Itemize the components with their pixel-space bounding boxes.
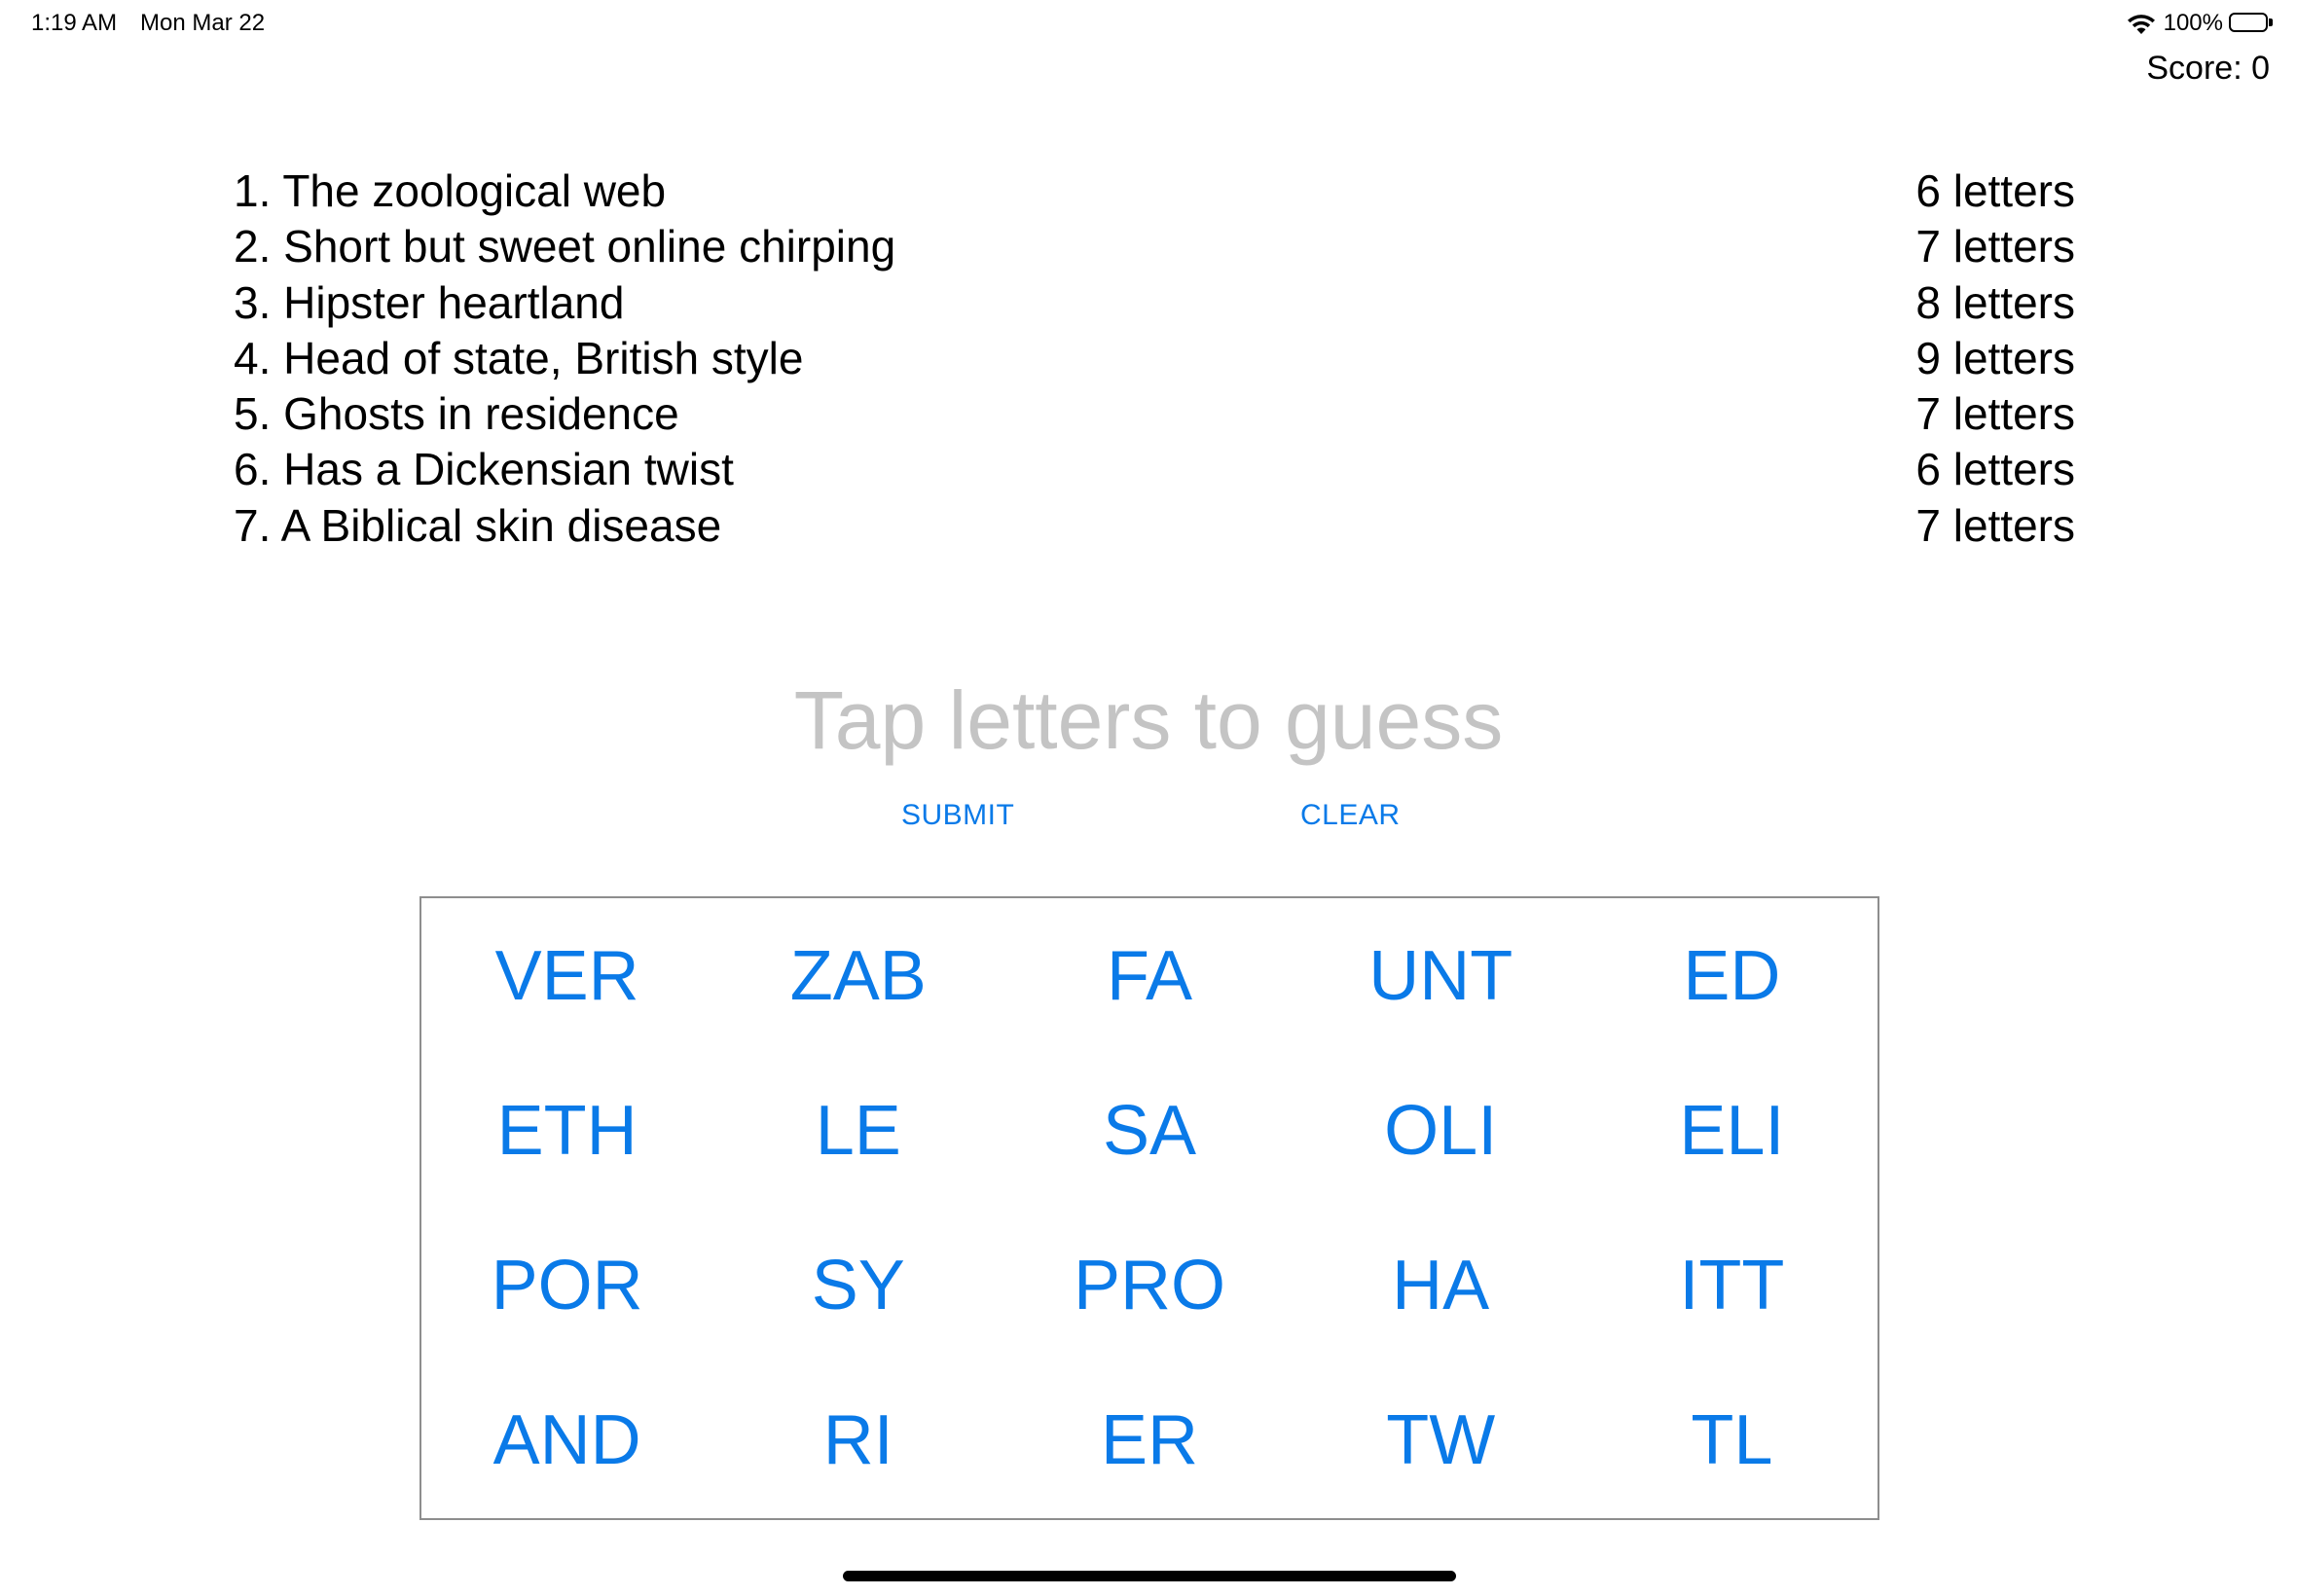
letter-tile[interactable]: ITT <box>1586 1209 1878 1363</box>
letter-tile[interactable]: ER <box>1003 1363 1294 1518</box>
letter-tile[interactable]: VER <box>421 898 712 1053</box>
clue-length: 9 letters <box>1915 332 2075 383</box>
battery-icon <box>2229 13 2274 34</box>
wifi-icon <box>2127 15 2155 34</box>
letter-tile[interactable]: TW <box>1295 1363 1586 1518</box>
status-date: Mon Mar 22 <box>140 10 266 36</box>
letter-tile[interactable]: UNT <box>1295 898 1586 1053</box>
clear-button[interactable]: CLEAR <box>1300 796 1401 835</box>
clue-text: 4. Head of state, British style <box>234 332 804 383</box>
letter-tile[interactable]: POR <box>421 1209 712 1363</box>
clue-row: 5. Ghosts in residence 7 letters <box>234 386 2075 442</box>
clue-text: 1. The zoological web <box>234 165 667 216</box>
letter-tile[interactable]: HA <box>1295 1209 1586 1363</box>
clue-length: 8 letters <box>1915 276 2075 328</box>
home-indicator[interactable] <box>843 1571 1456 1581</box>
letter-tile[interactable]: ZAB <box>712 898 1003 1053</box>
clue-list: 1. The zoological web 6 letters 2. Short… <box>234 163 2075 554</box>
guess-display: Tap letters to guess <box>793 674 1504 766</box>
letter-tile[interactable]: AND <box>421 1363 712 1518</box>
letter-tile[interactable]: PRO <box>1003 1209 1294 1363</box>
clue-text: 7. A Biblical skin disease <box>234 499 722 551</box>
clue-row: 7. A Biblical skin disease 7 letters <box>234 498 2075 554</box>
clue-length: 7 letters <box>1915 499 2075 551</box>
letter-tile[interactable]: ETH <box>421 1053 712 1208</box>
letter-tile[interactable]: SA <box>1003 1053 1294 1208</box>
clue-length: 7 letters <box>1915 221 2075 272</box>
clue-text: 2. Short but sweet online chirping <box>234 221 896 272</box>
battery-percentage: 100% <box>2163 10 2223 36</box>
letter-tile[interactable]: ED <box>1586 898 1878 1053</box>
clue-row: 1. The zoological web 6 letters <box>234 163 2075 219</box>
clue-row: 2. Short but sweet online chirping 7 let… <box>234 219 2075 274</box>
letter-tile[interactable]: OLI <box>1295 1053 1586 1208</box>
clue-text: 3. Hipster heartland <box>234 276 625 328</box>
letter-tile[interactable]: LE <box>712 1053 1003 1208</box>
status-time: 1:19 AM <box>31 10 118 36</box>
clue-text: 6. Has a Dickensian twist <box>234 444 734 495</box>
letter-tile[interactable]: SY <box>712 1209 1003 1363</box>
letter-tile[interactable]: ELI <box>1586 1053 1878 1208</box>
clue-row: 6. Has a Dickensian twist 6 letters <box>234 442 2075 497</box>
letter-tile[interactable]: RI <box>712 1363 1003 1518</box>
score-label: Score: 0 <box>2146 50 2270 87</box>
clue-length: 6 letters <box>1915 444 2075 495</box>
status-indicators: 100% <box>2125 6 2274 41</box>
letter-tile[interactable]: TL <box>1586 1363 1878 1518</box>
clue-length: 6 letters <box>1915 165 2075 216</box>
letter-tile-grid: VER ZAB FA UNT ED ETH LE SA OLI ELI POR … <box>419 896 1879 1520</box>
letter-tile[interactable]: FA <box>1003 898 1294 1053</box>
clue-length: 7 letters <box>1915 388 2075 440</box>
clue-row: 4. Head of state, British style 9 letter… <box>234 331 2075 386</box>
clue-text: 5. Ghosts in residence <box>234 388 679 440</box>
submit-button[interactable]: SUBMIT <box>901 796 1014 835</box>
clue-row: 3. Hipster heartland 8 letters <box>234 275 2075 331</box>
